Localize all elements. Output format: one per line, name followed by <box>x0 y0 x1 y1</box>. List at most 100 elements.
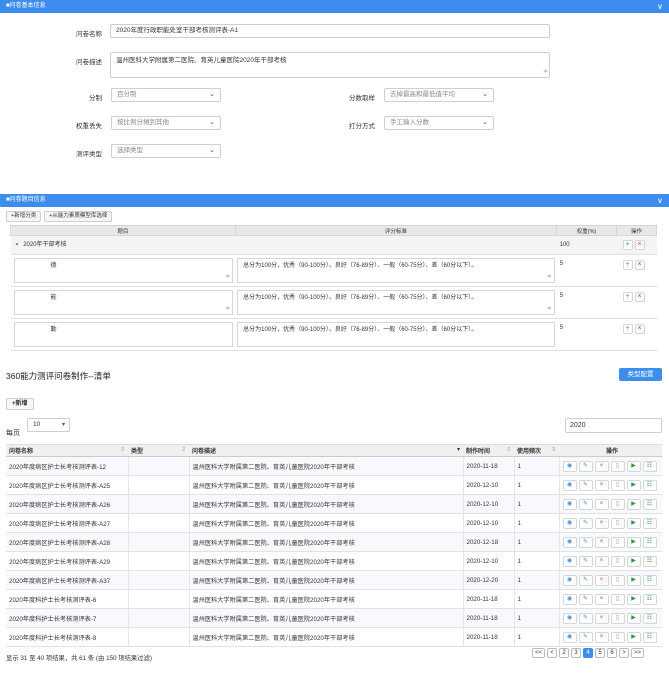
page-button[interactable]: < <box>547 648 558 658</box>
edit-icon[interactable]: ✎ <box>578 593 593 605</box>
page-button[interactable]: >> <box>631 648 645 658</box>
criteria-field[interactable]: 总分为100分，优秀（90-100分）、良好（76-89分）、一般（60-75分… <box>237 290 555 315</box>
edit-icon[interactable]: ✎ <box>578 517 593 529</box>
delete-icon[interactable]: × <box>594 536 609 548</box>
org-tree-icon[interactable]: ☷ <box>642 593 657 605</box>
play-icon[interactable]: ▶ <box>626 536 641 548</box>
score-pick-select[interactable]: 去掉最高和最低值平均 ⌄ <box>384 88 494 102</box>
search-input[interactable]: 2020 <box>565 418 662 433</box>
copy-icon[interactable]: ▯ <box>610 536 625 548</box>
type-config-button[interactable]: 类型配置 <box>619 368 662 381</box>
edit-icon[interactable]: ✎ <box>578 536 593 548</box>
per-page-select[interactable]: 10 ▾ <box>27 418 70 432</box>
weight-value[interactable]: 5 <box>556 318 617 351</box>
play-icon[interactable]: ▶ <box>626 517 641 529</box>
weight-lost-select[interactable]: 按比例分摊到其他 ⌄ <box>111 116 221 130</box>
delete-icon[interactable]: × <box>594 593 609 605</box>
org-tree-icon[interactable]: ☷ <box>642 498 657 510</box>
org-tree-icon[interactable]: ☷ <box>642 574 657 586</box>
add-from-model-button[interactable]: +从能力素质模型库选择 <box>44 211 113 222</box>
copy-icon[interactable]: ▯ <box>610 517 625 529</box>
type-select[interactable]: 选择类型 ⌄ <box>111 144 221 158</box>
play-icon[interactable]: ▶ <box>626 460 641 472</box>
view-icon[interactable]: ◉ <box>562 612 577 624</box>
page-button[interactable]: 5 <box>595 648 606 658</box>
edit-icon[interactable]: ✎ <box>578 574 593 586</box>
item-field[interactable]: 德 ≑ <box>13 258 234 283</box>
basic-info-header[interactable]: ■问卷基本信息 ∨ <box>0 0 669 13</box>
criteria-field[interactable]: 总分为100分，优秀（90-100分）、良好（76-89分）、一般（60-75分… <box>237 322 555 347</box>
add-icon[interactable]: + <box>622 260 633 270</box>
resize-handle-icon[interactable]: ≑ <box>225 305 230 313</box>
weight-value[interactable]: 5 <box>556 286 617 319</box>
copy-icon[interactable]: ▯ <box>610 631 625 643</box>
delete-icon[interactable]: × <box>594 517 609 529</box>
resize-handle-icon[interactable]: ≑ <box>543 67 548 77</box>
delete-icon[interactable]: × <box>594 498 609 510</box>
add-icon[interactable]: + <box>622 324 633 334</box>
edit-icon[interactable]: ✎ <box>578 460 593 472</box>
delete-icon[interactable]: × <box>594 555 609 567</box>
edit-icon[interactable]: ✎ <box>578 479 593 491</box>
org-tree-icon[interactable]: ☷ <box>642 460 657 472</box>
play-icon[interactable]: ▶ <box>626 631 641 643</box>
copy-icon[interactable]: ▯ <box>610 593 625 605</box>
view-icon[interactable]: ◉ <box>562 631 577 643</box>
copy-icon[interactable]: ▯ <box>610 479 625 491</box>
edit-icon[interactable]: ✎ <box>578 555 593 567</box>
criteria-field[interactable]: 总分为100分，优秀（90-100分）、良好（76-89分）、一般（60-75分… <box>237 258 555 283</box>
delete-icon[interactable]: × <box>634 260 645 270</box>
page-button[interactable]: > <box>619 648 630 658</box>
page-button[interactable]: 4 <box>583 648 594 658</box>
view-icon[interactable]: ◉ <box>562 517 577 529</box>
org-tree-icon[interactable]: ☷ <box>642 479 657 491</box>
view-icon[interactable]: ◉ <box>562 593 577 605</box>
page-button[interactable]: 2 <box>559 648 570 658</box>
scoring-select[interactable]: 手工输入分数 ⌄ <box>384 116 494 130</box>
delete-icon[interactable]: × <box>634 292 645 302</box>
play-icon[interactable]: ▶ <box>626 479 641 491</box>
add-icon[interactable]: + <box>622 240 633 250</box>
group-expand-icon[interactable]: ▾ <box>16 242 19 248</box>
org-tree-icon[interactable]: ☷ <box>642 631 657 643</box>
org-tree-icon[interactable]: ☷ <box>642 517 657 529</box>
desc-textarea[interactable]: 温州医科大学附属第二医院、育英儿童医院2020年干部考核 ≑ <box>110 52 550 78</box>
delete-icon[interactable]: × <box>594 631 609 643</box>
view-icon[interactable]: ◉ <box>562 555 577 567</box>
play-icon[interactable]: ▶ <box>626 574 641 586</box>
delete-icon[interactable]: × <box>594 612 609 624</box>
copy-icon[interactable]: ▯ <box>610 460 625 472</box>
delete-icon[interactable]: × <box>594 460 609 472</box>
play-icon[interactable]: ▶ <box>626 612 641 624</box>
org-tree-icon[interactable]: ☷ <box>642 536 657 548</box>
view-icon[interactable]: ◉ <box>562 479 577 491</box>
page-button[interactable]: 6 <box>607 648 618 658</box>
col-type[interactable]: 类型 ⇕ <box>128 444 189 457</box>
play-icon[interactable]: ▶ <box>626 498 641 510</box>
copy-icon[interactable]: ▯ <box>610 574 625 586</box>
scale-select[interactable]: 百分制 ⌄ <box>111 88 221 102</box>
copy-icon[interactable]: ▯ <box>610 612 625 624</box>
collapse-chevron-icon[interactable]: ∨ <box>657 194 663 207</box>
edit-icon[interactable]: ✎ <box>578 498 593 510</box>
delete-icon[interactable]: × <box>594 574 609 586</box>
col-freq[interactable]: 使用频次 ⇕ <box>514 444 559 457</box>
delete-icon[interactable]: × <box>634 240 645 250</box>
edit-icon[interactable]: ✎ <box>578 631 593 643</box>
name-input[interactable]: 2020年度行政职能处室干部考核测评表-A1 <box>110 24 550 38</box>
questions-header[interactable]: ■问卷题目信息 ∨ <box>0 194 669 207</box>
add-category-button[interactable]: +新增分类 <box>6 211 42 222</box>
copy-icon[interactable]: ▯ <box>610 498 625 510</box>
col-date[interactable]: 制作时间 ⇕ <box>463 444 514 457</box>
copy-icon[interactable]: ▯ <box>610 555 625 567</box>
resize-handle-icon[interactable]: ≑ <box>225 273 230 281</box>
page-button[interactable]: 3 <box>571 648 582 658</box>
page-button[interactable]: << <box>532 648 546 658</box>
delete-icon[interactable]: × <box>594 479 609 491</box>
org-tree-icon[interactable]: ☷ <box>642 555 657 567</box>
edit-icon[interactable]: ✎ <box>578 612 593 624</box>
col-desc[interactable]: 问卷描述 ▾ <box>189 444 463 457</box>
play-icon[interactable]: ▶ <box>626 555 641 567</box>
play-icon[interactable]: ▶ <box>626 593 641 605</box>
org-tree-icon[interactable]: ☷ <box>642 612 657 624</box>
